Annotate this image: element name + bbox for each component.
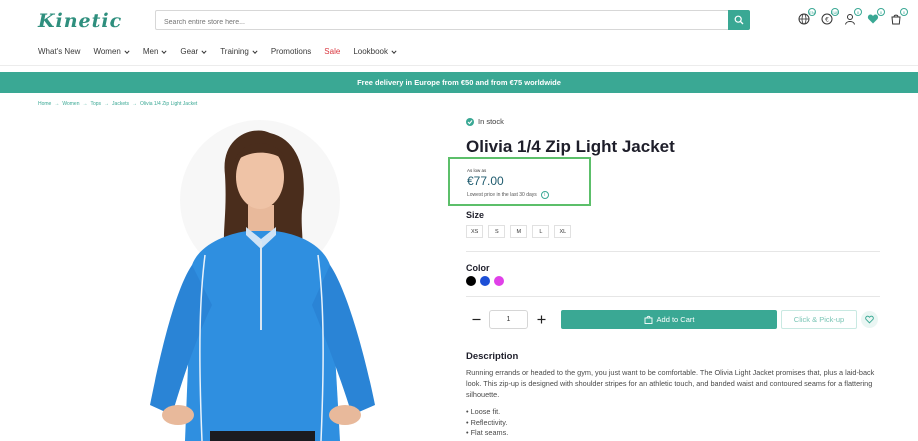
size-selector: XS S M L XL bbox=[466, 225, 572, 238]
description-text: Running errands or headed to the gym, yo… bbox=[466, 368, 875, 399]
color-swatch-pink[interactable] bbox=[494, 276, 504, 286]
chevron-down-icon bbox=[201, 49, 207, 54]
minus-icon bbox=[472, 318, 480, 320]
search-icon bbox=[734, 15, 744, 25]
heart-outline-icon bbox=[865, 315, 874, 324]
color-label: Color bbox=[466, 263, 490, 273]
nav-divider bbox=[0, 65, 918, 66]
size-option-m[interactable]: M bbox=[510, 225, 528, 238]
nav-item-label: Gear bbox=[180, 47, 199, 56]
main-navigation: What's New Women Men Gear Training Promo… bbox=[38, 47, 397, 56]
nav-item-label: Lookbook bbox=[353, 47, 389, 56]
nav-item-gear[interactable]: Gear bbox=[180, 47, 207, 56]
stock-status: In stock bbox=[466, 117, 504, 126]
nav-item-label: What's New bbox=[38, 47, 81, 56]
product-photo-illustration bbox=[150, 120, 375, 441]
breadcrumb-arrow-icon: → bbox=[54, 101, 60, 107]
feature-item: • Loose fit. bbox=[466, 407, 501, 416]
cart-badge: 0 bbox=[900, 8, 908, 16]
nav-item-men[interactable]: Men bbox=[143, 47, 168, 56]
size-option-l[interactable]: L bbox=[532, 225, 550, 238]
nav-item-women[interactable]: Women bbox=[93, 47, 130, 56]
price-box: As low as €77.00 Lowest price in the las… bbox=[448, 157, 591, 206]
size-label: Size bbox=[466, 210, 485, 220]
product-price: €77.00 bbox=[467, 174, 504, 188]
breadcrumb-women[interactable]: Women bbox=[62, 101, 79, 107]
color-swatch-blue[interactable] bbox=[480, 276, 490, 286]
header-icons: EN € EUR 0 0 0 bbox=[797, 8, 908, 26]
nav-item-label: Promotions bbox=[270, 47, 312, 56]
feature-item: • Flat seams. bbox=[466, 428, 509, 437]
cart-link[interactable]: 0 bbox=[889, 8, 908, 26]
nav-item-label: Training bbox=[220, 47, 249, 56]
breadcrumb-current: Olivia 1/4 Zip Light Jacket bbox=[140, 101, 198, 107]
color-selector bbox=[466, 276, 504, 286]
chevron-down-icon bbox=[252, 49, 258, 54]
breadcrumb-tops[interactable]: Tops bbox=[90, 101, 101, 107]
nav-item-whats-new[interactable]: What's New bbox=[38, 47, 80, 56]
currency-switcher[interactable]: € EUR bbox=[820, 8, 839, 26]
search-input[interactable] bbox=[156, 13, 716, 32]
breadcrumb-home[interactable]: Home bbox=[38, 101, 51, 107]
account-link[interactable]: 0 bbox=[843, 8, 862, 26]
bag-icon bbox=[644, 315, 652, 324]
lowest-price-note: Lowest price in the last 30 days i bbox=[467, 191, 549, 199]
stock-status-label: In stock bbox=[478, 117, 504, 126]
promo-banner: Free delivery in Europe from €50 and fro… bbox=[0, 72, 918, 93]
breadcrumb-jackets[interactable]: Jackets bbox=[112, 101, 129, 107]
language-badge: EN bbox=[808, 8, 816, 16]
size-option-xs[interactable]: XS bbox=[466, 225, 484, 238]
click-and-pickup-button[interactable]: Click & Pick-up bbox=[781, 310, 857, 329]
currency-badge: EUR bbox=[830, 8, 840, 16]
nav-item-lookbook[interactable]: Lookbook bbox=[353, 47, 397, 56]
svg-text:€: € bbox=[825, 16, 829, 23]
size-option-s[interactable]: S bbox=[488, 225, 506, 238]
feature-item: • Reflectivity. bbox=[466, 417, 508, 427]
search-button[interactable] bbox=[728, 10, 750, 30]
divider bbox=[466, 251, 880, 252]
as-low-as-label: As low as bbox=[467, 168, 487, 173]
nav-item-training[interactable]: Training bbox=[220, 47, 258, 56]
check-circle-icon bbox=[466, 117, 474, 126]
chevron-down-icon bbox=[124, 49, 130, 54]
color-swatch-black[interactable] bbox=[466, 276, 476, 286]
chevron-down-icon bbox=[161, 49, 167, 54]
description-heading: Description bbox=[466, 351, 519, 362]
plus-icon bbox=[537, 315, 545, 323]
info-icon[interactable]: i bbox=[540, 191, 549, 199]
size-option-xl[interactable]: XL bbox=[554, 225, 572, 238]
feature-list: • Loose fit. • Reflectivity. • Flat seam… bbox=[466, 407, 508, 439]
qty-increase-button[interactable] bbox=[535, 312, 547, 326]
search-bar bbox=[155, 10, 750, 32]
divider bbox=[466, 296, 880, 297]
quantity-input[interactable] bbox=[489, 310, 528, 329]
site-logo[interactable]: Kinetic bbox=[38, 10, 122, 32]
nav-item-label: Women bbox=[93, 47, 121, 56]
nav-item-label: Sale bbox=[324, 47, 341, 56]
language-switcher[interactable]: EN bbox=[797, 8, 816, 26]
breadcrumb-arrow-icon: → bbox=[104, 101, 110, 107]
nav-item-label: Men bbox=[142, 47, 159, 56]
product-image[interactable] bbox=[130, 115, 392, 441]
product-title: Olivia 1/4 Zip Light Jacket bbox=[466, 137, 675, 156]
wishlist-link[interactable]: 0 bbox=[866, 8, 885, 26]
lowest-price-text: Lowest price in the last 30 days bbox=[467, 192, 537, 198]
account-badge: 0 bbox=[854, 8, 862, 16]
add-to-cart-button[interactable]: Add to Cart bbox=[561, 310, 777, 329]
qty-decrease-button[interactable] bbox=[470, 312, 482, 326]
breadcrumb-arrow-icon: → bbox=[82, 101, 88, 107]
wishlist-badge: 0 bbox=[877, 8, 885, 16]
add-to-cart-label: Add to Cart bbox=[656, 315, 695, 324]
breadcrumb-arrow-icon: → bbox=[132, 101, 137, 107]
chevron-down-icon bbox=[391, 49, 397, 54]
site-header: Kinetic EN € EUR 0 0 0 bbox=[0, 0, 918, 42]
nav-item-promotions[interactable]: Promotions bbox=[271, 47, 311, 56]
add-to-wishlist-button[interactable] bbox=[861, 311, 878, 328]
nav-item-sale[interactable]: Sale bbox=[324, 47, 340, 56]
breadcrumb: Home → Women → Tops → Jackets → Olivia 1… bbox=[38, 101, 197, 107]
promo-banner-text: Free delivery in Europe from €50 and fro… bbox=[357, 78, 561, 87]
click-and-pickup-label: Click & Pick-up bbox=[793, 315, 845, 324]
